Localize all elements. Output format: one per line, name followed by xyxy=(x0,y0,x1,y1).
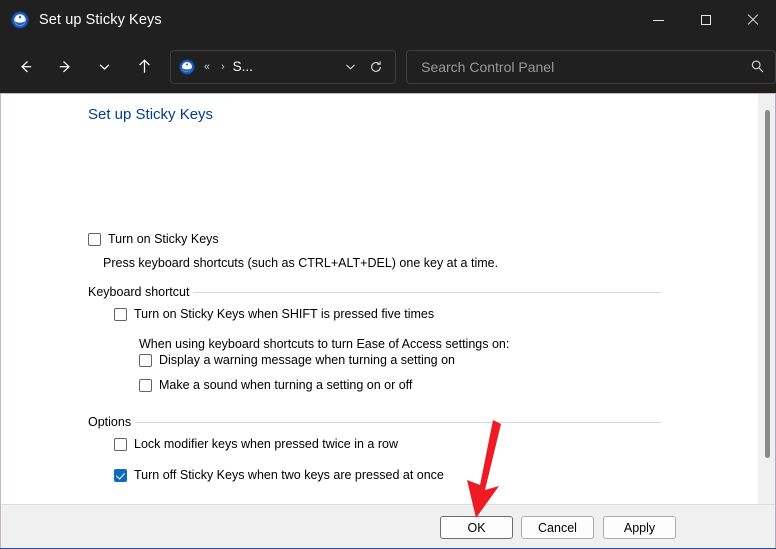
control-panel-window: Set up Sticky Keys « › S... Search Contr… xyxy=(0,0,776,549)
keyboard-shortcut-note: When using keyboard shortcuts to turn Ea… xyxy=(139,337,510,351)
section-divider xyxy=(193,291,661,293)
chevron-down-icon xyxy=(99,64,110,70)
recent-locations-button[interactable] xyxy=(89,51,120,83)
navigation-bar: « › S... xyxy=(0,40,776,93)
section-header-options: Options xyxy=(88,415,661,429)
checkbox-label: Lock modifier keys when pressed twice in… xyxy=(134,437,399,451)
section-divider xyxy=(135,421,661,423)
checkbox-box[interactable] xyxy=(139,379,152,392)
address-bar[interactable]: « › S... xyxy=(169,49,397,84)
breadcrumb-current[interactable]: S... xyxy=(233,59,253,74)
search-input[interactable] xyxy=(419,57,751,76)
back-button[interactable] xyxy=(10,51,41,83)
checkbox-display-warning-message[interactable]: Display a warning message when turning a… xyxy=(139,353,455,367)
maximize-button[interactable] xyxy=(682,0,729,40)
checkbox-label: Turn on Sticky Keys xyxy=(108,232,219,246)
master-description: Press keyboard shortcuts (such as CTRL+A… xyxy=(103,256,499,270)
checkbox-lock-modifier-keys[interactable]: Lock modifier keys when pressed twice in… xyxy=(114,437,398,451)
search-icon[interactable] xyxy=(750,59,765,74)
checkbox-box[interactable] xyxy=(114,469,127,482)
arrow-up-icon xyxy=(138,59,150,73)
ease-of-access-icon xyxy=(11,11,29,29)
window-controls xyxy=(635,0,776,40)
vertical-scrollbar[interactable] xyxy=(758,94,776,504)
address-dropdown-icon[interactable] xyxy=(339,54,361,80)
arrow-left-icon xyxy=(21,61,32,73)
checkbox-box[interactable] xyxy=(114,438,127,451)
window-edge-left xyxy=(0,93,1,549)
checkbox-box[interactable] xyxy=(88,233,101,246)
checkbox-shift-five-times[interactable]: Turn on Sticky Keys when SHIFT is presse… xyxy=(114,307,434,321)
checkbox-turn-off-two-keys[interactable]: Turn off Sticky Keys when two keys are p… xyxy=(114,468,444,482)
section-header-keyboard-shortcut: Keyboard shortcut xyxy=(88,285,661,299)
refresh-button[interactable] xyxy=(363,54,389,80)
checkbox-label: Turn on Sticky Keys when SHIFT is presse… xyxy=(134,307,435,321)
page-title: Set up Sticky Keys xyxy=(88,106,214,123)
close-icon xyxy=(747,14,759,26)
content-area: Set up Sticky Keys Turn on Sticky Keys P… xyxy=(0,93,776,504)
dialog-footer: OK Cancel Apply xyxy=(0,504,776,549)
refresh-icon xyxy=(371,60,382,72)
checkbox-label: Display a warning message when turning a… xyxy=(159,353,456,367)
checkbox-turn-on-sticky-keys[interactable]: Turn on Sticky Keys xyxy=(88,232,219,246)
apply-button[interactable]: Apply xyxy=(603,516,676,539)
search-box[interactable] xyxy=(406,49,776,84)
maximize-icon xyxy=(700,15,711,25)
checkbox-make-a-sound[interactable]: Make a sound when turning a setting on o… xyxy=(139,378,412,392)
cancel-button[interactable]: Cancel xyxy=(521,516,594,539)
minimize-button[interactable] xyxy=(635,0,682,40)
checkbox-box[interactable] xyxy=(114,308,127,321)
minimize-icon xyxy=(653,19,664,21)
forward-button[interactable] xyxy=(49,51,80,83)
checkbox-box[interactable] xyxy=(139,354,152,367)
section-label: Options xyxy=(88,415,132,429)
title-bar: Set up Sticky Keys xyxy=(0,0,776,40)
checkbox-label: Turn off Sticky Keys when two keys are p… xyxy=(134,468,444,482)
scrollbar-thumb[interactable] xyxy=(765,110,770,458)
chevron-down-icon xyxy=(345,64,355,70)
close-button[interactable] xyxy=(729,0,776,40)
up-button[interactable] xyxy=(128,51,159,83)
breadcrumb-separator-icon: › xyxy=(220,60,225,73)
breadcrumb-overflow-icon[interactable]: « xyxy=(204,61,210,73)
window-title: Set up Sticky Keys xyxy=(39,12,162,28)
section-label: Keyboard shortcut xyxy=(88,285,190,299)
sticky-keys-settings-page: Set up Sticky Keys Turn on Sticky Keys P… xyxy=(0,94,758,504)
arrow-right-icon xyxy=(59,61,70,73)
checkbox-label: Make a sound when turning a setting on o… xyxy=(159,378,413,392)
ease-of-access-icon xyxy=(179,58,195,75)
ok-button[interactable]: OK xyxy=(440,516,513,539)
